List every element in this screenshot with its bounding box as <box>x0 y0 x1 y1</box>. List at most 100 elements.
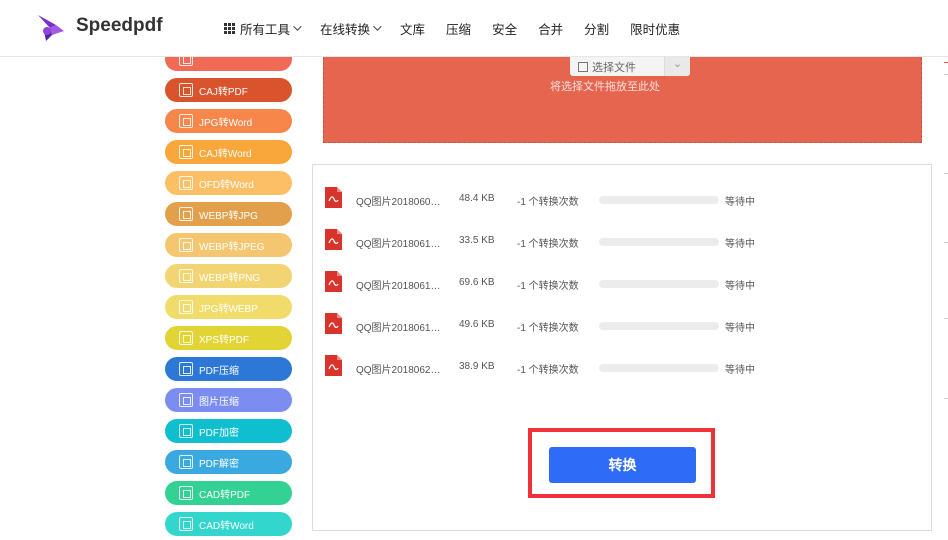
sidebar-tool-button[interactable]: WEBP转JPG <box>165 202 292 226</box>
nav-item-label: 限时优惠 <box>630 22 681 37</box>
conversion-count: -1 个转换次数 <box>517 239 579 250</box>
sidebar-tool-label: CAD转PDF <box>199 489 251 501</box>
tool-icon <box>179 331 193 345</box>
nav-item[interactable]: 安全 <box>492 19 517 38</box>
sidebar-tool-button[interactable]: CAD转Word <box>165 512 292 536</box>
file-size: 33.5 KB <box>459 235 495 246</box>
tool-icon <box>179 300 193 314</box>
file-row: QQ图片2018061… 69.6 KB -1 个转换次数 等待中 <box>313 271 933 295</box>
sidebar-tool-label: WEBP转PNG <box>199 272 261 284</box>
sidebar-tool-button[interactable]: PDF解密 <box>165 450 292 474</box>
speedpdf-logo-icon[interactable] <box>34 11 66 43</box>
grid-menu-icon <box>224 22 235 34</box>
file-name: QQ图片2018062… <box>356 365 441 376</box>
sidebar-tool-button[interactable]: PDF加密 <box>165 419 292 443</box>
tool-icon <box>179 145 193 159</box>
nav-item-label: 文库 <box>400 22 426 37</box>
pdf-file-icon <box>325 187 342 208</box>
progress-bar <box>599 196 719 204</box>
sidebar-tool-button[interactable]: 图片压缩 <box>165 388 292 412</box>
tool-icon <box>179 517 193 531</box>
sidebar-tool-label: OFD转Word <box>199 179 254 191</box>
nav-item-label: 安全 <box>492 22 518 37</box>
sidebar-tool-button[interactable]: WEBP转JPEG <box>165 233 292 257</box>
sidebar-tool-button[interactable]: CAJ转Word <box>165 140 292 164</box>
upload-drop-zone[interactable]: 选择文件 ⌄ 将选择文件拖放至此处 <box>323 57 922 143</box>
tool-icon <box>179 424 193 438</box>
file-size: 38.9 KB <box>459 361 495 372</box>
sidebar-tool-button[interactable]: XPS转PDF <box>165 326 292 350</box>
tool-icon <box>179 269 193 283</box>
pdf-file-icon <box>325 313 342 334</box>
file-name: QQ图片2018061… <box>356 239 441 250</box>
file-row: QQ图片2018061… 33.5 KB -1 个转换次数 等待中 <box>313 229 933 253</box>
sidebar-tool-label: WEBP转JPEG <box>199 241 265 253</box>
brand-name[interactable]: Speedpdf <box>76 15 163 37</box>
drop-hint: 将选择文件拖放至此处 <box>324 78 921 94</box>
nav-item-label: 合并 <box>538 22 564 37</box>
chevron-down-icon <box>373 22 382 31</box>
nav-item-label: 所有工具 <box>240 22 291 37</box>
sidebar-tool-button[interactable]: JPG转Word <box>165 109 292 133</box>
nav-item[interactable]: 文库 <box>400 19 425 38</box>
nav-item[interactable]: 合并 <box>538 19 563 38</box>
drop-hint-text: 将选择文件拖放至此处 <box>550 81 660 93</box>
nav-item[interactable]: 在线转换 <box>320 19 382 38</box>
tool-icon <box>179 455 193 469</box>
edge-marker <box>944 74 948 75</box>
tool-icon <box>179 114 193 128</box>
status-text: 等待中 <box>725 281 755 292</box>
sidebar-tool-label: PDF压缩 <box>199 365 239 377</box>
select-file-button[interactable]: 选择文件 ⌄ <box>570 57 690 76</box>
sidebar-tool-label: WEBP转JPG <box>199 210 258 222</box>
file-row: QQ图片2018062… 38.9 KB -1 个转换次数 等待中 <box>313 355 933 379</box>
tool-icon <box>179 207 193 221</box>
tool-icon <box>179 176 193 190</box>
nav-item[interactable]: 压缩 <box>446 19 471 38</box>
edge-marker <box>944 398 948 399</box>
nav-item[interactable]: 限时优惠 <box>630 19 680 38</box>
chevron-down-icon <box>293 22 302 31</box>
status-text: 等待中 <box>725 197 755 208</box>
nav-item-label: 在线转换 <box>320 22 371 37</box>
status-text: 等待中 <box>725 323 755 334</box>
progress-bar <box>599 238 719 246</box>
dropdown-chevron-icon[interactable]: ⌄ <box>664 57 690 76</box>
progress-bar <box>599 280 719 288</box>
status-text: 等待中 <box>725 239 755 250</box>
tool-icon <box>179 83 193 97</box>
conversion-count: -1 个转换次数 <box>517 197 579 208</box>
sidebar-tool-button[interactable]: CAJ转PDF <box>165 78 292 102</box>
sidebar-tool-button[interactable]: OFD转Word <box>165 171 292 195</box>
nav-item[interactable]: 所有工具 <box>224 19 302 38</box>
sidebar-tool-label: 图片压缩 <box>199 396 239 408</box>
conversion-count: -1 个转换次数 <box>517 365 579 376</box>
top-navigation-bar: Speedpdf 所有工具 在线转换 文库 压缩 安全 合并 分割 限时优惠 <box>0 0 948 57</box>
file-name: QQ图片2018060… <box>356 197 441 208</box>
file-size: 49.6 KB <box>459 319 495 330</box>
progress-bar <box>599 322 719 330</box>
sidebar-tool-button[interactable]: PDF压缩 <box>165 357 292 381</box>
file-size: 69.6 KB <box>459 277 495 288</box>
select-file-label: 选择文件 <box>592 61 636 74</box>
tool-icon <box>179 238 193 252</box>
sidebar-tool-button[interactable]: WEBP转PNG <box>165 264 292 288</box>
nav-item-label: 分割 <box>584 22 610 37</box>
sidebar-tool-label: CAJ转PDF <box>199 86 248 98</box>
file-row: QQ图片2018060… 48.4 KB -1 个转换次数 等待中 <box>313 187 933 211</box>
tool-icon <box>179 57 193 66</box>
nav-item[interactable]: 分割 <box>584 19 609 38</box>
tool-icon <box>179 486 193 500</box>
status-text: 等待中 <box>725 365 755 376</box>
sidebar-tool-button[interactable]: JPG转WEBP <box>165 295 292 319</box>
edge-marker <box>944 242 948 243</box>
convert-button[interactable]: 转换 <box>549 447 696 483</box>
sidebar-tool-label: PDF解密 <box>199 458 239 470</box>
edge-marker <box>944 62 948 63</box>
tool-icon <box>179 393 193 407</box>
sidebar-tool-button[interactable]: CAD转PDF <box>165 481 292 505</box>
sidebar-tool-button[interactable] <box>165 57 292 71</box>
edge-marker <box>944 318 948 319</box>
sidebar-tool-label: XPS转PDF <box>199 334 250 346</box>
edge-marker <box>944 173 948 174</box>
